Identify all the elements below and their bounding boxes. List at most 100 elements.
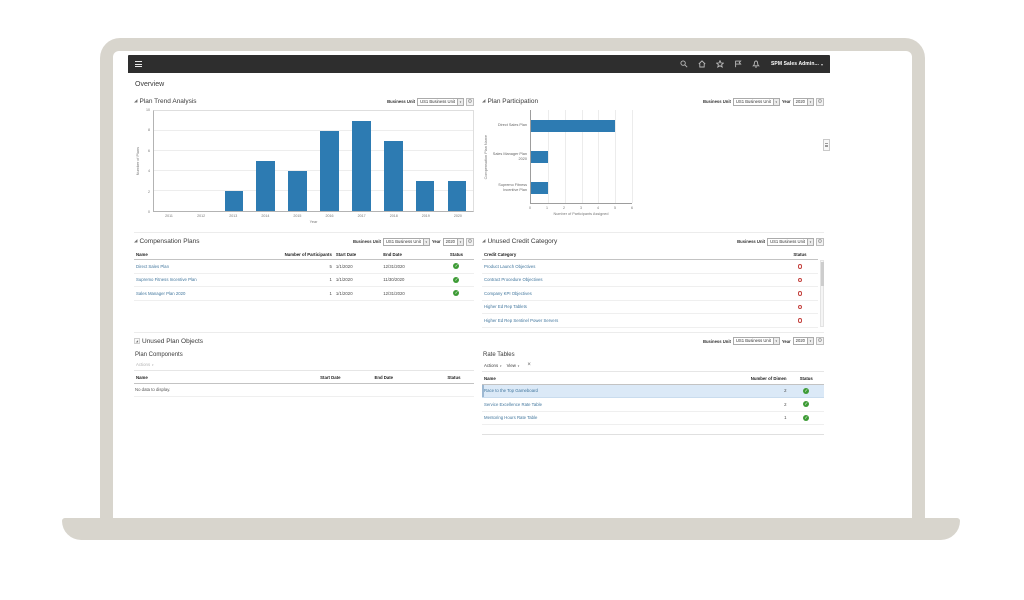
- chevron-down-icon[interactable]: ▾: [807, 239, 813, 245]
- table-row[interactable]: Sales Manager Plan 202011/1/202012/31/20…: [134, 287, 474, 301]
- bar-2015[interactable]: [288, 171, 307, 211]
- column-header[interactable]: Number of Dimen: [724, 374, 789, 385]
- credit-category-link[interactable]: Company KPI Objectives: [484, 291, 532, 296]
- y-tick-label: 4: [148, 169, 150, 173]
- y-tick-label: 0: [148, 210, 150, 214]
- rate-table-link[interactable]: Mentoring Hours Rate Table: [484, 415, 537, 420]
- status-cell: [782, 314, 818, 328]
- watchlist-flag-icon[interactable]: [734, 60, 743, 69]
- status-cell: [782, 287, 818, 301]
- table-row[interactable]: Mentoring Hours Rate Table1✓: [482, 411, 824, 425]
- favorites-star-icon[interactable]: [716, 60, 725, 69]
- status-cell: [782, 300, 818, 314]
- view-menu[interactable]: View ▾: [507, 363, 520, 368]
- table-row[interactable]: Product Launch Objectives: [482, 260, 818, 274]
- rate-table-link[interactable]: Service Excellence Rate Table: [484, 402, 542, 407]
- panel-splitter-handle[interactable]: [823, 139, 830, 151]
- business-unit-select[interactable]: US1 Business Unit ▾: [733, 98, 780, 106]
- column-header[interactable]: Start Date: [334, 249, 381, 260]
- column-header[interactable]: End Date: [381, 249, 439, 260]
- credit-category-link[interactable]: Higher Ed Rep Tablets: [484, 304, 527, 309]
- credit-category-link[interactable]: Product Launch Objectives: [484, 264, 535, 269]
- business-unit-select[interactable]: US1 Business Unit ▾: [383, 238, 430, 246]
- home-icon[interactable]: [698, 60, 707, 69]
- bar-2020[interactable]: [448, 181, 467, 211]
- year-select[interactable]: 2020 ▾: [443, 238, 464, 246]
- status-cell: [782, 273, 818, 287]
- bar-Sales Manager Plan 2020[interactable]: [531, 151, 548, 163]
- table-row[interactable]: Higher Ed Rep Tablets: [482, 300, 818, 314]
- x-axis-label: Number of Participants Assigned: [530, 212, 632, 220]
- chevron-down-icon[interactable]: ▾: [457, 99, 463, 105]
- table-row[interactable]: Higher Ed Rep Sentinel Power Servers: [482, 314, 818, 328]
- user-menu[interactable]: SPM Sales Admin...: [771, 61, 819, 67]
- bar-2018[interactable]: [384, 141, 403, 211]
- inactive-status-icon: [798, 318, 803, 323]
- column-header[interactable]: Name: [134, 249, 256, 260]
- collapse-triangle-icon[interactable]: ◢: [482, 99, 485, 104]
- rate-tables-panel: Business Unit US1 Business Unit ▾ Year 2…: [482, 336, 824, 436]
- detach-icon[interactable]: ×: [527, 362, 531, 368]
- credit-category-link[interactable]: Contract Procedure Objectives: [484, 277, 543, 282]
- column-header[interactable]: Status: [789, 374, 824, 385]
- chevron-down-icon[interactable]: ▾: [807, 338, 813, 344]
- collapse-triangle-icon[interactable]: ◢: [134, 99, 137, 104]
- actions-menu[interactable]: Actions ▾: [136, 362, 154, 367]
- rate-table-link[interactable]: Race to the Top Gameboard: [484, 388, 538, 393]
- table-row[interactable]: Direct Sales Plan51/1/202012/31/2020✓: [134, 260, 474, 274]
- bar-Direct Sales Plan[interactable]: [531, 120, 615, 132]
- gear-icon[interactable]: ⚙: [466, 238, 474, 246]
- chevron-down-icon[interactable]: ▾: [773, 338, 779, 344]
- gear-icon[interactable]: ⚙: [816, 98, 824, 106]
- menu-icon[interactable]: [135, 61, 142, 67]
- y-axis-ticks: 0246810: [142, 110, 153, 212]
- bar-2014[interactable]: [256, 161, 275, 211]
- business-unit-select[interactable]: US1 Business Unit ▾: [417, 98, 464, 106]
- business-unit-select[interactable]: US1 Business Unit ▾: [733, 337, 780, 345]
- chevron-down-icon[interactable]: ▾: [807, 99, 813, 105]
- plan-name-link[interactable]: Direct Sales Plan: [136, 264, 169, 269]
- actions-menu[interactable]: Actions ▾: [484, 363, 502, 368]
- chevron-down-icon[interactable]: ▾: [773, 99, 779, 105]
- collapse-triangle-icon[interactable]: ◢: [134, 239, 137, 244]
- gear-icon[interactable]: ⚙: [816, 238, 824, 246]
- column-header[interactable]: Start Date: [318, 373, 372, 384]
- gear-icon[interactable]: ⚙: [816, 337, 824, 345]
- gear-icon[interactable]: ⚙: [466, 98, 474, 106]
- chevron-down-icon[interactable]: ▾: [423, 239, 429, 245]
- column-header[interactable]: End Date: [372, 373, 433, 384]
- credit-category-link[interactable]: Higher Ed Rep Sentinel Power Servers: [484, 318, 558, 323]
- search-icon[interactable]: [680, 60, 689, 69]
- subsection-title: Plan Components: [135, 352, 474, 358]
- bar-Supremo Fitness Incentive Plan[interactable]: [531, 182, 548, 194]
- scrollbar-thumb[interactable]: [821, 262, 824, 286]
- plan-name-link[interactable]: Supremo Fitness Incentive Plan: [136, 277, 197, 282]
- column-header[interactable]: Status: [434, 373, 474, 384]
- vertical-scrollbar[interactable]: [820, 260, 824, 327]
- year-select[interactable]: 2020 ▾: [793, 337, 814, 345]
- plan-name-link[interactable]: Sales Manager Plan 2020: [136, 291, 185, 296]
- business-unit-select[interactable]: US1 Business Unit ▾: [767, 238, 814, 246]
- column-header[interactable]: Name: [482, 374, 724, 385]
- bar-2017[interactable]: [352, 121, 371, 211]
- column-header[interactable]: Status: [782, 249, 818, 260]
- column-header[interactable]: Name: [134, 373, 318, 384]
- bar-2016[interactable]: [320, 131, 339, 211]
- unused-credit-panel: ◢ Unused Credit Category Business Unit U…: [482, 236, 824, 328]
- collapse-triangle-icon[interactable]: ◢: [134, 338, 140, 344]
- x-tick-label: 1: [546, 206, 548, 210]
- collapse-triangle-icon[interactable]: ◢: [482, 239, 485, 244]
- table-row[interactable]: Contract Procedure Objectives: [482, 273, 818, 287]
- column-header[interactable]: Number of Participants: [256, 249, 334, 260]
- year-select[interactable]: 2020 ▾: [793, 98, 814, 106]
- column-header[interactable]: Status: [439, 249, 474, 260]
- chevron-down-icon[interactable]: ▾: [457, 239, 463, 245]
- table-row[interactable]: Service Excellence Rate Table2✓: [482, 398, 824, 412]
- column-header[interactable]: Credit Category: [482, 249, 782, 260]
- table-row[interactable]: Company KPI Objectives: [482, 287, 818, 301]
- table-row[interactable]: Supremo Fitness Incentive Plan11/1/20201…: [134, 273, 474, 287]
- table-row[interactable]: Race to the Top Gameboard2✓: [482, 384, 824, 398]
- bar-2019[interactable]: [416, 181, 435, 211]
- bar-2013[interactable]: [225, 191, 244, 211]
- notifications-bell-icon[interactable]: [752, 60, 761, 69]
